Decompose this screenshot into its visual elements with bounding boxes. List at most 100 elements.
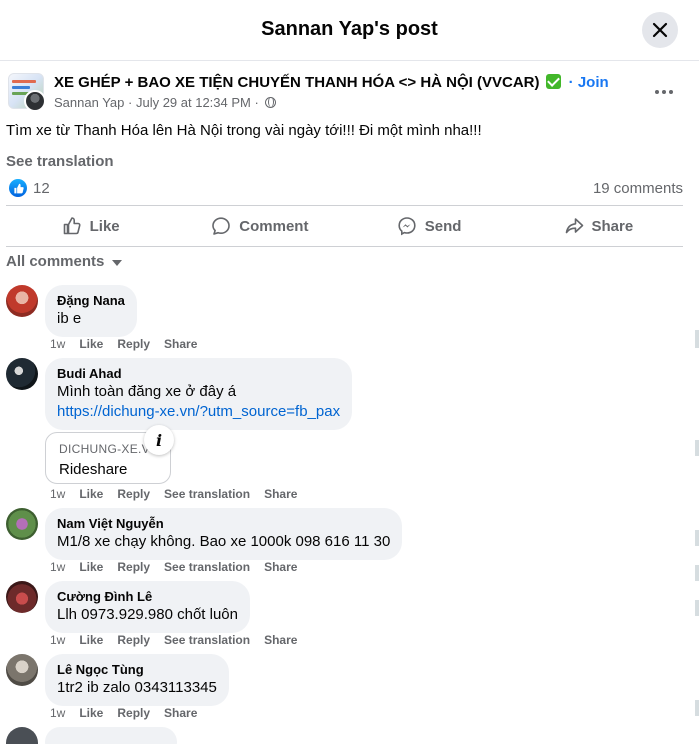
comment-reply-button[interactable]: Reply [117,560,150,574]
commenter-avatar[interactable] [6,508,38,540]
commenter-avatar[interactable] [6,654,38,686]
page-edge-mark [695,700,699,716]
comment-time-link[interactable]: 1w [50,633,65,647]
comment-action-row: 1w Like Reply See translation Share [50,560,311,574]
commenter-avatar[interactable] [6,285,38,317]
comment-icon [212,217,231,235]
comment-share-button[interactable]: Share [264,560,297,574]
comment-like-button[interactable]: Like [79,633,103,647]
comment-see-translation-button[interactable]: See translation [164,633,250,647]
comment-label: Comment [239,217,309,235]
page-edge-mark [695,565,699,581]
comment-like-button[interactable]: Like [79,487,103,501]
author-avatar[interactable] [24,90,46,112]
comment-time-link[interactable]: 1w [50,337,65,351]
see-translation-link[interactable]: See translation [6,153,114,170]
comment-like-button[interactable]: Like [79,706,103,720]
comment-bubble: Lê Ngọc Tùng 1tr2 ib zalo 0343113345 [45,654,229,706]
comment-text: ib e [57,310,82,327]
post-meta: Sannan Yap · July 29 at 12:34 PM · [54,95,277,110]
comment-share-button[interactable]: Share [264,487,297,501]
share-label: Share [591,217,634,235]
comment-time-link[interactable]: 1w [50,706,65,720]
like-label: Like [89,217,120,235]
dialog-title: Sannan Yap's post [261,18,438,40]
share-button[interactable]: Share [514,207,683,245]
more-options-button[interactable] [648,78,680,106]
page-edge-mark [695,600,699,616]
messenger-icon [398,217,416,236]
divider [6,246,683,247]
comment-action-row: 1w Like Reply See translation Share [50,487,311,501]
like-button[interactable]: Like [6,207,175,245]
comment-reply-button[interactable]: Reply [117,487,150,501]
comment-text: 1tr2 ib zalo 0343113345 [57,679,217,696]
comments-filter-button[interactable]: All comments [6,253,123,270]
post-timestamp-link[interactable]: July 29 at 12:34 PM [136,95,251,110]
group-name-link[interactable]: XE GHÉP + BAO XE TIỆN CHUYẾN THANH HÓA <… [54,74,540,91]
comment-see-translation-button[interactable]: See translation [164,560,250,574]
page-edge-mark [695,530,699,546]
comment-share-button[interactable]: Share [264,633,297,647]
globe-icon [265,97,277,108]
comment-share-button[interactable]: Share [164,706,197,720]
commenter-name-link[interactable]: Budi Ahad [57,366,340,382]
comment-text: M1/8 xe chạy không. Bao xe 1000k 098 616… [57,533,391,550]
post-text: Tìm xe từ Thanh Hóa lên Hà Nội trong vài… [6,122,482,139]
send-label: Send [424,217,462,235]
comment-share-button[interactable]: Share [164,337,197,351]
meta-separator: · [128,95,133,110]
page-edge-mark [695,330,699,348]
commenter-name-link[interactable]: Nam Việt Nguyễn [57,516,390,532]
commenter-name-link[interactable]: Lê Ngọc Tùng [57,662,217,678]
commenter-avatar[interactable] [6,358,38,390]
commenter-name-link[interactable]: Cường Đình Lê [57,589,238,605]
comment-time-link[interactable]: 1w [50,487,65,501]
comment-reply-button[interactable]: Reply [117,633,150,647]
close-icon [652,22,668,38]
close-button[interactable] [642,12,678,48]
comment-action-row: 1w Like Reply Share [50,337,211,351]
page-edge-mark [695,440,699,456]
caret-down-icon [112,259,123,266]
author-name-link[interactable]: Sannan Yap [54,95,124,110]
comment-bubble [45,727,177,744]
commenter-avatar[interactable] [6,581,38,613]
info-icon[interactable]: i [144,425,174,455]
dialog-header: Sannan Yap's post [0,0,699,61]
comment-bubble: Cường Đình Lê Llh 0973.929.980 chốt luôn [45,581,250,633]
reactions-summary[interactable]: 12 [9,179,50,197]
comment-like-button[interactable]: Like [79,560,103,574]
comment-time-link[interactable]: 1w [50,560,65,574]
preview-title: Rideshare [59,461,128,478]
comment-bubble: Budi Ahad Mình toàn đăng xe ở đây á http… [45,358,353,430]
comment-action-row: 1w Like Reply See translation Share [50,633,311,647]
more-dots-icon [655,90,659,94]
send-button[interactable]: Send [345,207,514,245]
join-link[interactable]: · Join [569,74,609,91]
post-dialog: Sannan Yap's post XE GHÉP + BAO XE TIỆN … [0,0,699,744]
preview-domain: DICHUNG-XE.V [59,442,150,456]
divider [6,205,683,206]
comments-filter-label: All comments [6,253,105,270]
group-name-line: XE GHÉP + BAO XE TIỆN CHUYẾN THANH HÓA <… [54,74,609,91]
scrollbar-track[interactable] [686,61,699,744]
comment-bubble: Đặng Nana ib e [45,285,137,337]
commenter-avatar[interactable] [6,727,38,744]
comment-text: Mình toàn đăng xe ở đây á [57,383,237,400]
verified-check-icon [545,74,561,89]
comment-like-button[interactable]: Like [79,337,103,351]
like-reaction-icon [9,179,27,197]
share-arrow-icon [565,218,583,234]
comment-button[interactable]: Comment [175,207,344,245]
comment-link[interactable]: https://dichung-xe.vn/?utm_source=fb_pax [57,402,340,422]
comment-reply-button[interactable]: Reply [117,706,150,720]
comment-reply-button[interactable]: Reply [117,337,150,351]
comment-see-translation-button[interactable]: See translation [164,487,250,501]
comment-count-link[interactable]: 19 comments [593,180,683,197]
reaction-count: 12 [33,179,50,197]
comment-action-row: 1w Like Reply Share [50,706,211,720]
commenter-name-link[interactable]: Đặng Nana [57,293,125,309]
thumbs-up-icon [63,217,81,235]
post-actions-bar: Like Comment Send Share [6,207,683,245]
